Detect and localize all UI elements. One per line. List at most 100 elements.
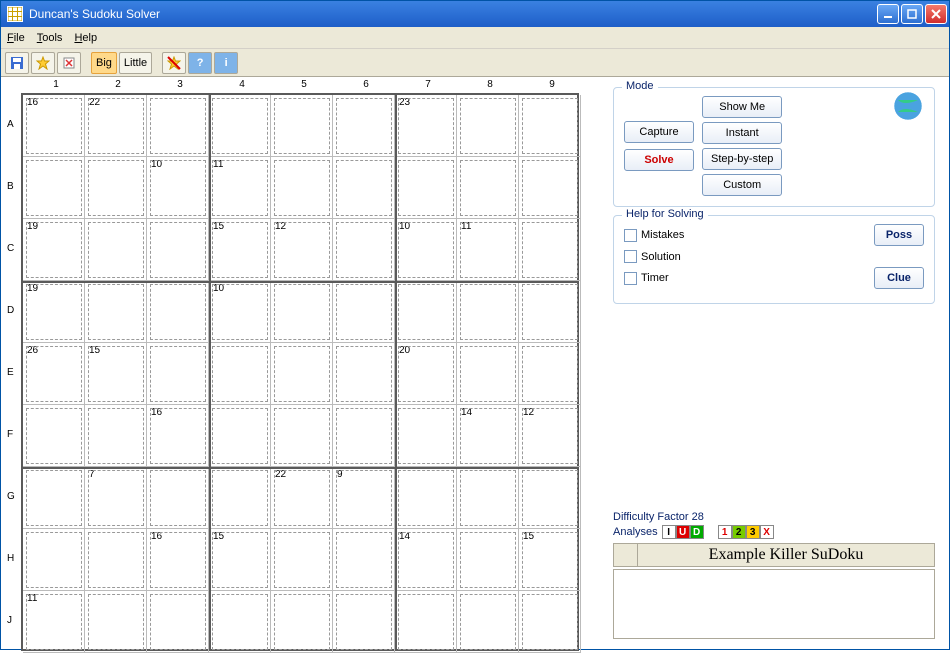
cell[interactable] xyxy=(519,95,581,157)
cell[interactable] xyxy=(209,405,271,467)
cell[interactable] xyxy=(147,343,209,405)
cell[interactable] xyxy=(147,467,209,529)
cell[interactable] xyxy=(457,467,519,529)
cell[interactable] xyxy=(519,343,581,405)
cell[interactable] xyxy=(209,467,271,529)
save-button[interactable] xyxy=(5,52,29,74)
cell[interactable] xyxy=(271,405,333,467)
cell[interactable] xyxy=(209,343,271,405)
cage-sum: 11 xyxy=(25,592,39,605)
cell[interactable] xyxy=(519,219,581,281)
poss-button[interactable]: Poss xyxy=(874,224,924,246)
cell[interactable] xyxy=(395,157,457,219)
info-button[interactable]: i xyxy=(214,52,238,74)
cage-sum: 14 xyxy=(459,406,474,419)
cell[interactable] xyxy=(457,343,519,405)
analysis-I[interactable]: I xyxy=(662,525,676,539)
cell[interactable] xyxy=(457,529,519,591)
cell[interactable] xyxy=(271,343,333,405)
mode-legend: Mode xyxy=(622,80,658,92)
solve-button[interactable]: Solve xyxy=(624,149,694,171)
cell[interactable] xyxy=(271,529,333,591)
cell[interactable] xyxy=(147,95,209,157)
cell[interactable] xyxy=(333,219,395,281)
analysis-1[interactable]: 1 xyxy=(718,525,732,539)
cell[interactable] xyxy=(519,281,581,343)
cell[interactable] xyxy=(23,529,85,591)
instant-button[interactable]: Instant xyxy=(702,122,782,144)
analysis-U[interactable]: U xyxy=(676,525,690,539)
cell[interactable] xyxy=(271,95,333,157)
cell[interactable] xyxy=(333,157,395,219)
cell[interactable] xyxy=(395,467,457,529)
cage-sum: 15 xyxy=(211,530,226,543)
help-button[interactable]: ? xyxy=(188,52,212,74)
row-header: H xyxy=(7,527,15,589)
cell[interactable] xyxy=(333,405,395,467)
cage-sum: 16 xyxy=(149,406,164,419)
showme-button[interactable]: Show Me xyxy=(702,96,782,118)
cell[interactable] xyxy=(85,281,147,343)
log-area[interactable] xyxy=(613,569,935,639)
minimize-button[interactable] xyxy=(877,4,899,24)
cell[interactable] xyxy=(519,591,581,653)
cell[interactable] xyxy=(209,591,271,653)
sudoku-grid[interactable]: 1622231011191512101119102615201614127229… xyxy=(21,93,579,651)
cell[interactable] xyxy=(333,95,395,157)
cell[interactable] xyxy=(85,591,147,653)
cell[interactable] xyxy=(333,343,395,405)
menu-help[interactable]: Help xyxy=(74,32,97,44)
cell[interactable] xyxy=(457,157,519,219)
cell[interactable] xyxy=(85,219,147,281)
cage-sum: 15 xyxy=(211,220,226,233)
cell[interactable] xyxy=(457,281,519,343)
timer-checkbox[interactable] xyxy=(624,272,637,285)
analysis-D[interactable]: D xyxy=(690,525,704,539)
analysis-X[interactable]: X xyxy=(760,525,774,539)
cell[interactable] xyxy=(23,405,85,467)
row-header: F xyxy=(7,403,15,465)
cell[interactable] xyxy=(23,467,85,529)
mistakes-checkbox[interactable] xyxy=(624,229,637,242)
clear-button[interactable] xyxy=(57,52,81,74)
close-button[interactable] xyxy=(925,4,947,24)
col-header: 4 xyxy=(211,79,273,90)
analysis-2[interactable]: 2 xyxy=(732,525,746,539)
maximize-button[interactable] xyxy=(901,4,923,24)
cell[interactable] xyxy=(333,281,395,343)
cell[interactable] xyxy=(333,529,395,591)
cell[interactable] xyxy=(85,157,147,219)
title-handle[interactable] xyxy=(614,544,638,566)
cell[interactable] xyxy=(209,95,271,157)
delete-star-button[interactable] xyxy=(162,52,186,74)
cell[interactable] xyxy=(147,591,209,653)
cell[interactable] xyxy=(395,591,457,653)
custom-button[interactable]: Custom xyxy=(702,174,782,196)
cell[interactable] xyxy=(23,157,85,219)
cell[interactable] xyxy=(271,157,333,219)
cage-sum: 12 xyxy=(521,406,536,419)
menu-tools[interactable]: Tools xyxy=(37,32,63,44)
cell[interactable] xyxy=(457,95,519,157)
capture-button[interactable]: Capture xyxy=(624,121,694,143)
big-button[interactable]: Big xyxy=(91,52,117,74)
cell[interactable] xyxy=(271,591,333,653)
clue-button[interactable]: Clue xyxy=(874,267,924,289)
cell[interactable] xyxy=(271,281,333,343)
cell[interactable] xyxy=(519,157,581,219)
menu-file[interactable]: File xyxy=(7,32,25,44)
stepbystep-button[interactable]: Step-by-step xyxy=(702,148,782,170)
cell[interactable] xyxy=(457,591,519,653)
cell[interactable] xyxy=(395,281,457,343)
cell[interactable] xyxy=(85,405,147,467)
cell[interactable] xyxy=(147,281,209,343)
little-button[interactable]: Little xyxy=(119,52,152,74)
cell[interactable] xyxy=(333,591,395,653)
cell[interactable] xyxy=(519,467,581,529)
cell[interactable] xyxy=(147,219,209,281)
analysis-3[interactable]: 3 xyxy=(746,525,760,539)
cell[interactable] xyxy=(395,405,457,467)
star-button[interactable] xyxy=(31,52,55,74)
solution-checkbox[interactable] xyxy=(624,250,637,263)
cell[interactable] xyxy=(85,529,147,591)
